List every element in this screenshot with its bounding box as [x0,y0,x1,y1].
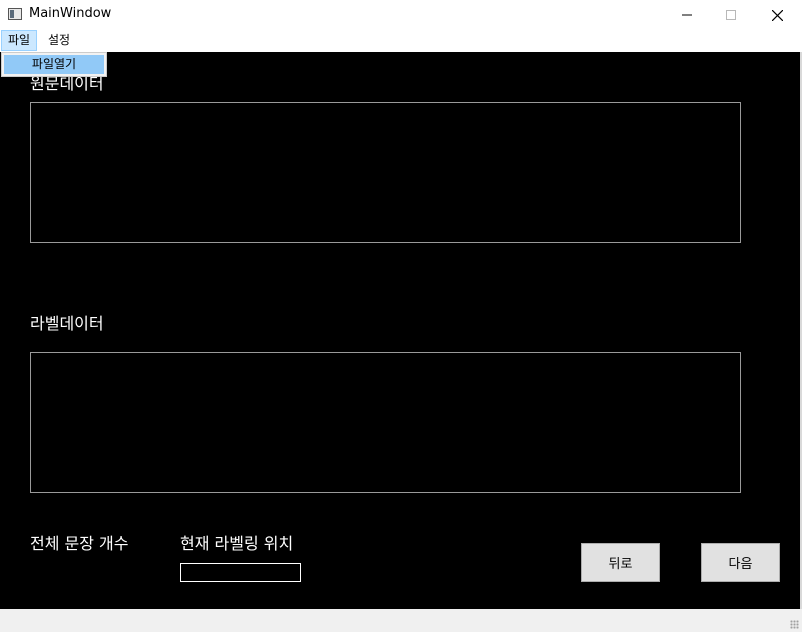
file-menu-dropdown: 파일열기 [1,52,107,77]
source-data-label: 원문데이터 [30,74,104,93]
source-data-textbox[interactable] [30,102,741,243]
app-window-icon [8,8,22,20]
close-button[interactable] [754,0,800,30]
current-position-label: 현재 라벨링 위치 [180,534,294,553]
minimize-icon [682,14,692,16]
total-sentences-label: 전체 문장 개수 [30,534,129,553]
menu-item-open-file[interactable]: 파일열기 [4,55,104,74]
label-data-textbox[interactable] [30,352,741,493]
maximize-icon [726,10,736,20]
minimize-button[interactable] [664,0,710,30]
label-data-label: 라벨데이터 [30,314,104,333]
status-bar [0,609,802,632]
title-bar: MainWindow [0,0,802,30]
current-position-field[interactable] [180,563,301,582]
window-title: MainWindow [29,6,112,21]
close-icon [771,9,783,21]
menu-bar: 파일 설정 [0,30,802,52]
resize-grip-icon[interactable] [790,620,799,629]
back-button[interactable]: 뒤로 [581,543,660,582]
menu-file[interactable]: 파일 [1,30,38,51]
next-button[interactable]: 다음 [701,543,780,582]
main-panel: 원문데이터 라벨데이터 전체 문장 개수 현재 라벨링 위치 뒤로 다음 [0,52,800,609]
maximize-button[interactable] [708,0,754,30]
menu-settings[interactable]: 설정 [42,30,76,51]
